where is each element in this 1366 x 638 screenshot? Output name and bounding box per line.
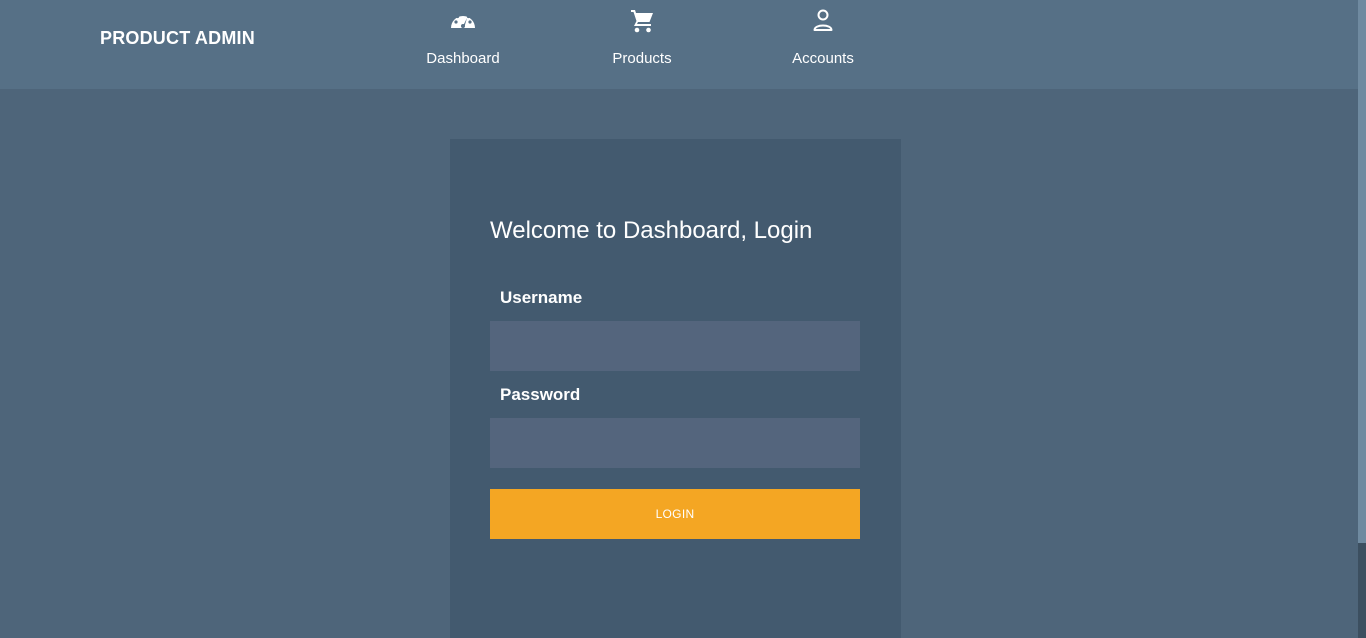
shopping-cart-icon bbox=[631, 10, 653, 33]
nav-label-accounts: Accounts bbox=[792, 50, 854, 67]
speedometer-icon bbox=[451, 11, 475, 28]
user-icon bbox=[813, 9, 833, 31]
login-title: Welcome to Dashboard, Login bbox=[490, 217, 813, 244]
nav-label-products: Products bbox=[612, 50, 672, 67]
top-navbar: PRODUCT ADMIN Dashboard Products Account… bbox=[0, 0, 1358, 89]
scrollbar-thumb[interactable] bbox=[1358, 543, 1366, 638]
nav-item-accounts[interactable]: Accounts bbox=[753, 0, 893, 89]
login-card: Welcome to Dashboard, Login Username Pas… bbox=[450, 139, 901, 638]
brand-title[interactable]: PRODUCT ADMIN bbox=[100, 28, 255, 49]
password-label: Password bbox=[500, 385, 581, 404]
password-input[interactable] bbox=[490, 418, 860, 468]
nav-item-dashboard[interactable]: Dashboard bbox=[393, 0, 533, 89]
nav-item-products[interactable]: Products bbox=[572, 0, 712, 89]
username-label: Username bbox=[500, 288, 583, 307]
login-button[interactable]: LOGIN bbox=[490, 489, 860, 539]
nav-label-dashboard: Dashboard bbox=[426, 50, 500, 67]
username-input[interactable] bbox=[490, 321, 860, 371]
vertical-scrollbar[interactable] bbox=[1358, 0, 1366, 638]
